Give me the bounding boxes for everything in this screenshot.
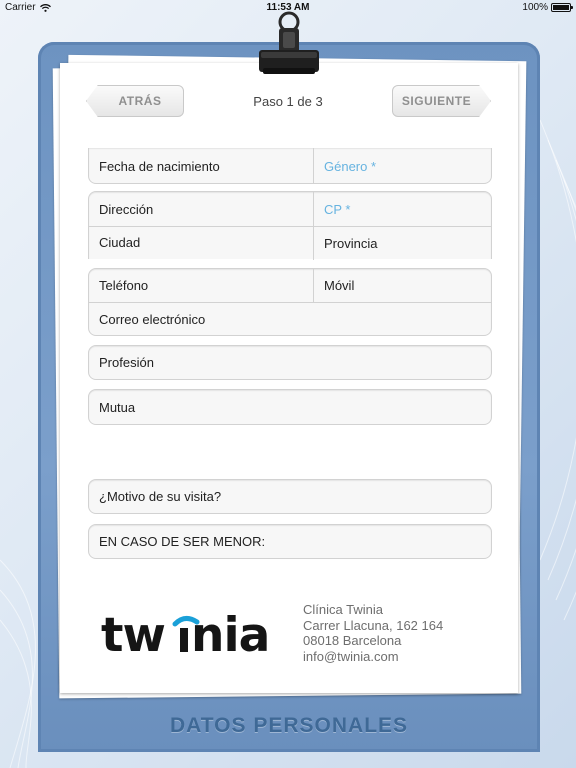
insurance-field[interactable]: Mutua [88, 389, 492, 425]
mobile-field[interactable]: Móvil [314, 269, 492, 302]
profession-label: Profesión [99, 355, 154, 370]
next-button-label: SIGUIENTE [401, 94, 472, 108]
svg-text:tw: tw [101, 608, 165, 663]
clinic-city: 08018 Barcelona [303, 633, 402, 648]
insurance-cell: Mutua [89, 390, 491, 424]
birth-date-field[interactable]: Fecha de nacimiento [89, 148, 313, 184]
postal-code-field[interactable]: CP * [314, 192, 492, 226]
clinic-street: Carrer Llacuna, 162 164 [303, 617, 444, 633]
visit-reason-label: ¿Motivo de su visita? [99, 489, 222, 504]
postal-code-placeholder: CP * [324, 201, 351, 217]
twinia-logo-box: tw nia [67, 580, 289, 684]
minor-label: EN CASO DE SER MENOR: [99, 534, 266, 549]
profession-cell: Profesión [89, 346, 491, 379]
phone-field[interactable]: Teléfono [89, 269, 313, 302]
back-button[interactable]: ATRÁS [86, 85, 184, 117]
city-field[interactable]: Ciudad [89, 227, 313, 258]
email-label: Correo electrónico [99, 311, 206, 327]
address-group: Dirección CP * Ciudad Provincia [88, 191, 492, 260]
minor-cell: EN CASO DE SER MENOR: [89, 525, 491, 558]
battery-status: 100% [522, 2, 573, 13]
visit-reason-field[interactable]: ¿Motivo de su visita? [88, 479, 492, 514]
birth-gender-group: Fecha de nacimiento Género * [88, 148, 492, 184]
clinic-name: Clínica Twinia [303, 602, 383, 617]
city-label: Ciudad [99, 235, 141, 250]
province-field[interactable]: Provincia [314, 227, 492, 260]
clinic-info: Clínica Twinia Carrer Llacuna, 162 164 0… [303, 602, 443, 664]
battery-icon [551, 3, 573, 12]
address-label: Dirección [99, 201, 154, 217]
gender-placeholder: Género * [324, 158, 377, 174]
gender-field[interactable]: Género * [314, 148, 492, 184]
insurance-label: Mutua [99, 399, 136, 415]
binder-clip-icon [259, 11, 319, 74]
address-field[interactable]: Dirección [89, 192, 313, 226]
clinic-email[interactable]: info@twinia.com [303, 649, 443, 665]
birth-date-label: Fecha de nacimiento [99, 158, 220, 174]
next-button[interactable]: SIGUIENTE [392, 85, 491, 117]
twinia-logo: tw nia [101, 608, 270, 663]
step-indicator: Paso 1 de 3 [253, 94, 323, 109]
visit-reason-cell: ¿Motivo de su visita? [89, 480, 491, 513]
phone-label: Teléfono [99, 278, 149, 293]
contact-group: Teléfono Móvil Correo electrónico [88, 268, 492, 336]
svg-text:nia: nia [191, 608, 269, 663]
battery-percent: 100% [522, 2, 548, 13]
province-label: Provincia [324, 236, 378, 251]
email-field[interactable]: Correo electrónico [89, 303, 492, 335]
mobile-label: Móvil [324, 278, 355, 293]
board-title: DATOS PERSONALES [169, 714, 409, 737]
profession-field[interactable]: Profesión [88, 345, 492, 380]
minor-field[interactable]: EN CASO DE SER MENOR: [88, 524, 492, 559]
back-button-label: ATRÁS [118, 94, 162, 108]
